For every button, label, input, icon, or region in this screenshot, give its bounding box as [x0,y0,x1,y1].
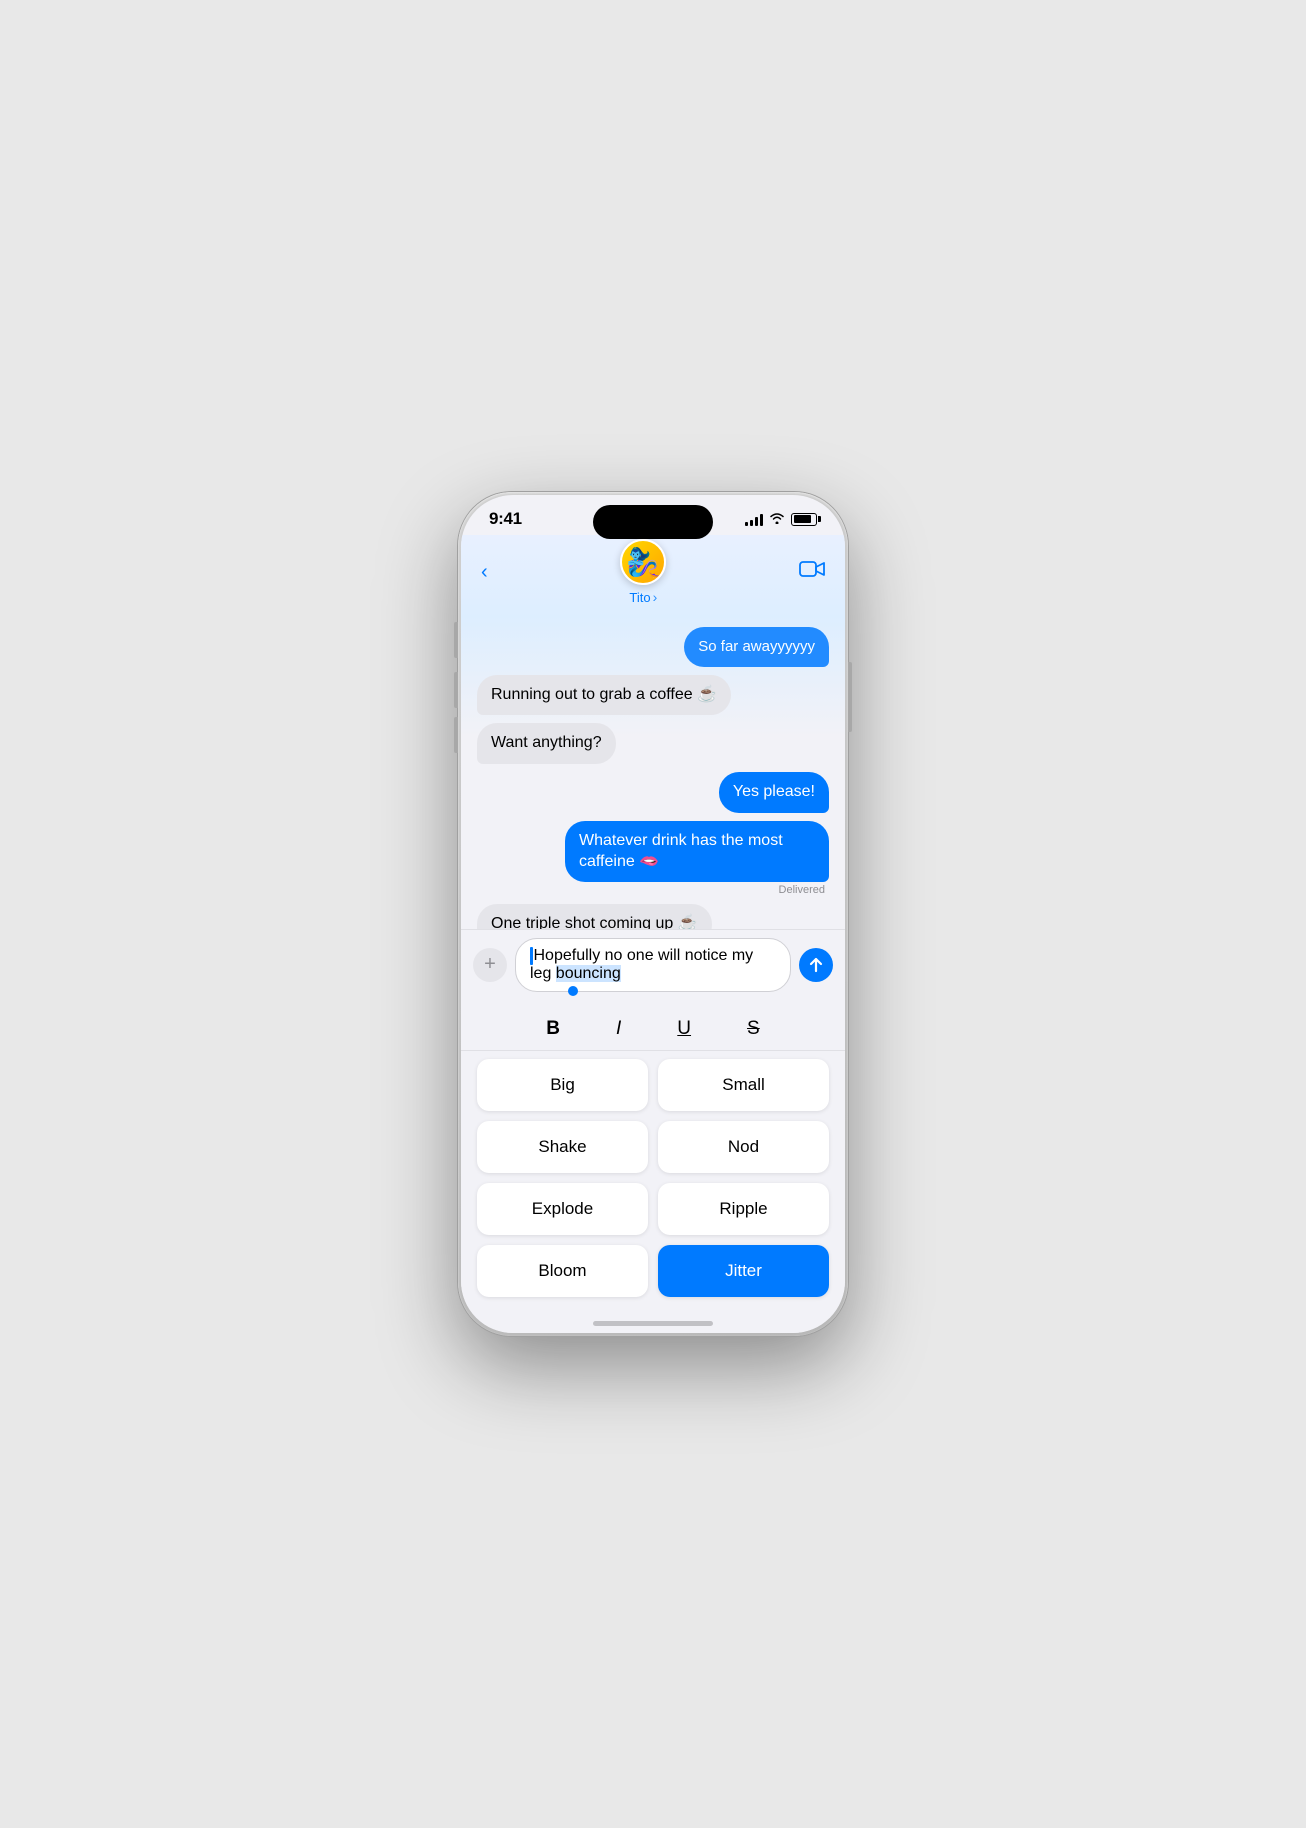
avatar: 🧞‍♀️ [620,539,666,585]
phone-screen: 9:41 ‹ [461,495,845,1333]
message-input[interactable]: Hopefully no one will notice my leg boun… [515,938,791,992]
effect-jitter-button[interactable]: Jitter [658,1245,829,1297]
video-call-button[interactable] [799,559,825,585]
status-icons [745,512,817,527]
message-text: So far awayyyyyy [698,638,815,655]
received-bubble: One triple shot coming up ☕ [477,904,712,928]
format-strikethrough-button[interactable]: S [739,1014,768,1044]
message-row: One triple shot coming up ☕ [477,904,829,928]
effect-big-button[interactable]: Big [477,1059,648,1111]
home-indicator [461,1313,845,1333]
back-button[interactable]: ‹ [481,561,488,584]
effects-grid: Big Small Shake Nod Explode Ripple Bloom… [461,1051,845,1313]
dynamic-island [593,505,713,539]
home-bar [593,1321,713,1326]
selected-text: bouncing [556,965,621,982]
message-row: Yes please! [477,772,829,813]
input-area: + Hopefully no one will notice my leg bo… [461,929,845,1004]
status-time: 9:41 [489,509,522,529]
input-content: Hopefully no one will notice my leg boun… [530,947,776,983]
sent-bubble: Whatever drink has the most caffeine 🫦 [565,821,829,883]
cursor-drag-handle[interactable] [568,986,578,996]
delivered-status: Delivered [779,884,829,896]
received-bubble: Running out to grab a coffee ☕ [477,675,731,716]
wifi-icon [769,512,785,527]
input-text-before: Hopefully no one will notice my leg boun… [530,947,776,983]
message-text: Yes please! [733,783,815,800]
sent-bubble: Yes please! [719,772,829,813]
message-row: So far awayyyyyy [477,627,829,667]
effect-nod-button[interactable]: Nod [658,1121,829,1173]
contact-name: Tito› [629,589,657,605]
messages-area: So far awayyyyyy Running out to grab a c… [461,617,845,929]
format-bold-button[interactable]: B [538,1014,568,1044]
format-italic-button[interactable]: I [608,1014,629,1044]
message-text: Running out to grab a coffee ☕ [491,686,717,703]
status-bar: 9:41 [461,495,845,535]
input-row: + Hopefully no one will notice my leg bo… [473,938,833,992]
format-toolbar: B I U S [461,1004,845,1051]
effect-small-button[interactable]: Small [658,1059,829,1111]
message-text: One triple shot coming up ☕ [491,915,698,928]
message-text: Want anything? [491,734,602,751]
effect-shake-button[interactable]: Shake [477,1121,648,1173]
effect-ripple-button[interactable]: Ripple [658,1183,829,1235]
effect-explode-button[interactable]: Explode [477,1183,648,1235]
cursor-handle-top [530,947,533,965]
signal-icon [745,513,763,526]
message-row: Want anything? [477,723,829,764]
phone-frame: 9:41 ‹ [458,492,848,1336]
effect-bloom-button[interactable]: Bloom [477,1245,648,1297]
add-attachment-button[interactable]: + [473,948,507,982]
message-row: Whatever drink has the most caffeine 🫦 D… [477,821,829,897]
received-bubble: Want anything? [477,723,616,764]
send-button[interactable] [799,948,833,982]
message-text: Whatever drink has the most caffeine 🫦 [579,832,783,870]
contact-info[interactable]: 🧞‍♀️ Tito› [620,539,666,605]
format-underline-button[interactable]: U [669,1014,699,1044]
message-row: Running out to grab a coffee ☕ [477,675,829,716]
nav-header: ‹ 🧞‍♀️ Tito› [461,535,845,617]
sent-bubble: So far awayyyyyy [684,627,829,667]
battery-icon [791,513,817,526]
